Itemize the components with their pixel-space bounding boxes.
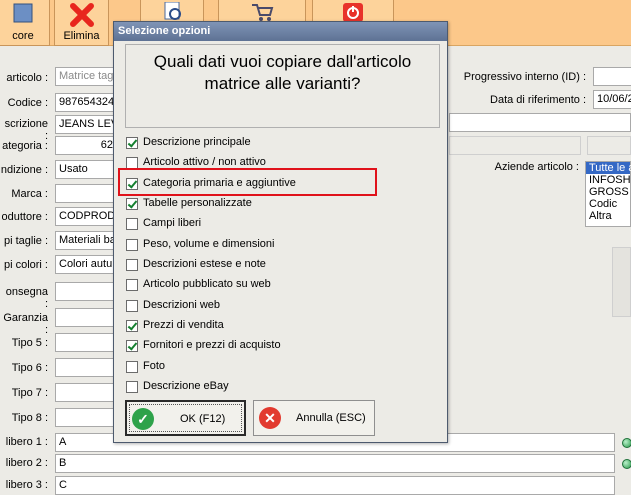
categoria-ext-field	[449, 136, 581, 155]
cancel-label: Annulla (ESC)	[296, 412, 366, 424]
checkbox[interactable]	[126, 259, 138, 271]
dialog-question: Quali dati vuoi copiare dall'articolo ma…	[125, 44, 440, 128]
label-taglie: pi taglie :	[3, 235, 48, 247]
tipo5-field[interactable]	[55, 333, 117, 352]
label-libero1: libero 1 :	[5, 436, 48, 448]
label-colori: pi colori :	[3, 259, 48, 271]
label-tipo5: Tipo 5 :	[11, 337, 48, 349]
delete-button[interactable]: Elimina	[54, 0, 109, 46]
codice-field[interactable]: 987654324	[55, 93, 117, 112]
option-label: Campi liberi	[143, 217, 202, 229]
option-label: Prezzi di vendita	[143, 319, 224, 331]
option-label: Articolo pubblicato su web	[143, 278, 271, 290]
descrizione-field[interactable]: JEANS LEVI	[55, 115, 117, 134]
aziende-listbox[interactable]: Tutte le a INFOSHO GROSS Codic Altra	[585, 161, 631, 227]
label-categoria: ategoria :	[2, 140, 48, 152]
descrizione-ext-field[interactable]	[449, 113, 631, 132]
label-tipo7: Tipo 7 :	[11, 387, 48, 399]
label-condizione: ndizione :	[0, 164, 48, 176]
label-tipo8: Tipo 8 :	[11, 412, 48, 424]
label-tipo6: Tipo 6 :	[11, 362, 48, 374]
option-label: Descrizione eBay	[143, 380, 229, 392]
label-descrizione: scrizione :	[4, 118, 48, 142]
label-marca: Marca :	[11, 188, 48, 200]
produttore-field[interactable]: CODPROD	[55, 207, 117, 226]
label-aziende: Aziende articolo :	[494, 161, 579, 173]
delete-x-icon	[69, 2, 95, 31]
label-produttore: oduttore :	[1, 211, 48, 223]
option-label: Articolo attivo / non attivo	[143, 156, 266, 168]
progressivo-field[interactable]	[593, 67, 631, 86]
label-garanzia: Garanzia :	[3, 312, 48, 336]
consegna-field[interactable]	[55, 282, 117, 301]
checkbox[interactable]	[126, 340, 138, 352]
option-label: Peso, volume e dimensioni	[143, 238, 275, 250]
list-item[interactable]: Altra	[586, 210, 630, 222]
options-dialog: Selezione opzioni Quali dati vuoi copiar…	[113, 21, 448, 443]
matrice-field[interactable]: Matrice tagli	[55, 67, 117, 86]
label-consegna: onsegna :	[5, 286, 48, 310]
categoria-ext-field-2	[587, 136, 631, 155]
checkbox[interactable]	[126, 381, 138, 393]
option-label: Descrizioni estese e note	[143, 258, 266, 270]
toolbar-button-core[interactable]: core	[0, 0, 50, 46]
checkbox[interactable]	[126, 218, 138, 230]
checkbox[interactable]	[126, 300, 138, 312]
tipo6-field[interactable]	[55, 358, 117, 377]
data-rif-field[interactable]: 10/06/2	[593, 90, 631, 109]
label-articolo: articolo :	[6, 72, 48, 84]
label-codice: Codice :	[7, 97, 48, 109]
list-item[interactable]: INFOSHO	[586, 174, 631, 186]
dialog-title: Selezione opzioni	[114, 22, 447, 41]
checkbox[interactable]	[126, 137, 138, 149]
cancel-button[interactable]: ✕ Annulla (ESC)	[253, 400, 375, 436]
ok-button[interactable]: ✓ OK (F12)	[125, 400, 246, 436]
list-item[interactable]: GROSS	[586, 186, 630, 198]
side-panel	[612, 247, 631, 317]
checkbox[interactable]	[126, 239, 138, 251]
garanzia-field[interactable]	[55, 308, 117, 327]
libero2-action-icon[interactable]	[622, 459, 631, 469]
label-libero3: libero 3 :	[5, 479, 48, 491]
checkbox[interactable]	[126, 361, 138, 373]
libero3-field[interactable]: C	[55, 476, 615, 495]
book-icon	[11, 2, 35, 27]
label-libero2: libero 2 :	[5, 457, 48, 469]
option-label: Descrizioni web	[143, 299, 221, 311]
checkbox[interactable]	[126, 279, 138, 291]
libero2-field[interactable]: B	[55, 454, 615, 473]
check-icon: ✓	[132, 408, 154, 430]
libero1-action-icon[interactable]	[622, 438, 631, 448]
condizione-field[interactable]: Usato	[55, 160, 117, 179]
tipo8-field[interactable]	[55, 408, 117, 427]
checkbox[interactable]	[126, 320, 138, 332]
option-label: Tabelle personalizzate	[143, 197, 252, 209]
list-item[interactable]: Tutte le a	[586, 162, 631, 174]
categoria-field[interactable]: 62	[55, 136, 117, 155]
marca-field[interactable]	[55, 184, 117, 203]
toolbar-button-label: Elimina	[63, 30, 100, 42]
option-label: Foto	[143, 360, 166, 372]
close-icon: ✕	[259, 407, 281, 429]
taglie-field[interactable]: Materiali bas	[55, 231, 117, 250]
tipo7-field[interactable]	[55, 383, 117, 402]
list-item[interactable]: Codic	[586, 198, 630, 210]
option-label: Fornitori e prezzi di acquisto	[143, 339, 281, 351]
option-label: Descrizione principale	[143, 136, 251, 148]
colori-field[interactable]: Colori autun	[55, 255, 117, 274]
checkbox[interactable]	[126, 198, 138, 210]
highlight-box	[118, 168, 377, 196]
toolbar-button-label: core	[12, 30, 34, 42]
ok-label: OK (F12)	[180, 413, 226, 425]
